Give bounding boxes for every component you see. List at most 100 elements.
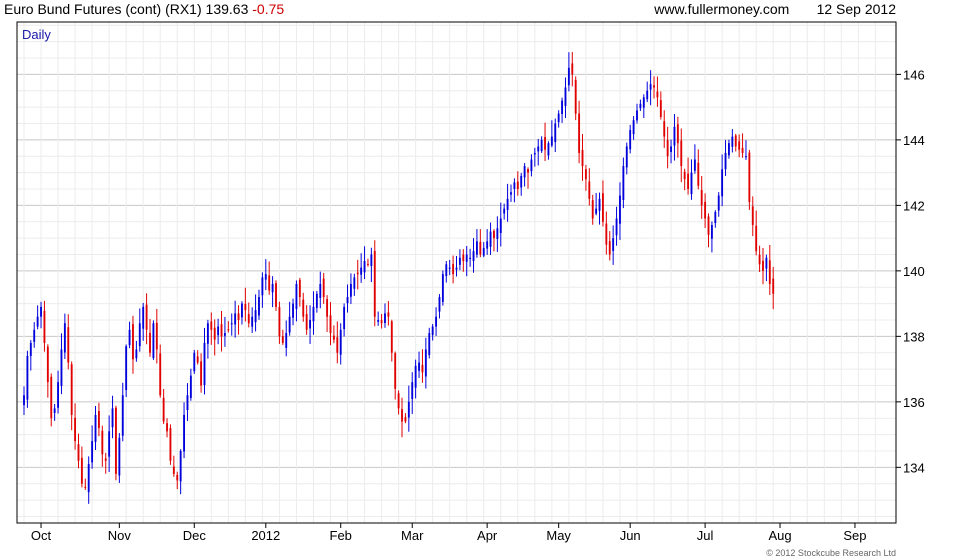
candle-body bbox=[91, 441, 94, 463]
candle-body bbox=[50, 376, 53, 419]
candle-body bbox=[595, 208, 598, 214]
candle-body bbox=[43, 310, 46, 343]
candle-body bbox=[448, 267, 451, 269]
candle-body bbox=[649, 84, 652, 90]
candle-body bbox=[567, 67, 570, 86]
candle-body bbox=[132, 324, 134, 360]
candle-body bbox=[397, 393, 400, 409]
candle-body bbox=[404, 417, 407, 422]
candle-body bbox=[329, 315, 332, 334]
candle-body bbox=[458, 257, 461, 265]
candle-body bbox=[666, 140, 669, 157]
candle-body bbox=[108, 431, 111, 457]
candle-body bbox=[295, 283, 298, 309]
candle-body bbox=[200, 361, 203, 386]
candle-body bbox=[591, 200, 594, 219]
candle-body bbox=[285, 333, 288, 348]
candle-body bbox=[36, 316, 39, 327]
candle-body bbox=[401, 409, 403, 422]
x-tick-label: Jun bbox=[620, 528, 641, 543]
candle-body bbox=[264, 274, 267, 280]
candle-body bbox=[462, 254, 465, 262]
candle-body bbox=[319, 283, 322, 298]
candle-body bbox=[60, 349, 63, 386]
x-tick-label: Nov bbox=[108, 528, 132, 543]
candle-body bbox=[544, 137, 546, 150]
candle-body bbox=[63, 323, 66, 353]
candle-body bbox=[125, 346, 128, 391]
candle-body bbox=[336, 337, 339, 353]
candle-body bbox=[210, 321, 213, 330]
candle-body bbox=[138, 323, 141, 347]
candle-body bbox=[227, 329, 230, 331]
candle-body bbox=[258, 297, 260, 316]
candle-body bbox=[159, 353, 162, 396]
candle-body bbox=[234, 313, 237, 325]
candle-body bbox=[731, 136, 734, 147]
candle-body bbox=[571, 63, 574, 75]
candle-body bbox=[632, 120, 635, 135]
candle-body bbox=[332, 335, 335, 340]
candle-body bbox=[499, 218, 502, 234]
candle-body bbox=[496, 228, 499, 239]
candle-body bbox=[414, 365, 417, 388]
candle-body bbox=[57, 382, 59, 408]
candle-body bbox=[152, 323, 155, 359]
candle-body bbox=[537, 146, 540, 152]
candle-body bbox=[554, 123, 557, 143]
candle-body bbox=[353, 277, 356, 289]
candle-body bbox=[275, 283, 277, 307]
x-tick-label: May bbox=[546, 528, 571, 543]
candle-body bbox=[690, 172, 693, 195]
candle-body bbox=[326, 299, 329, 317]
candle-body bbox=[513, 182, 516, 189]
candle-body bbox=[734, 135, 737, 147]
candle-body bbox=[84, 486, 87, 488]
candle-body bbox=[411, 382, 414, 399]
y-tick-label: 140 bbox=[903, 264, 925, 279]
candle-body bbox=[435, 316, 438, 327]
candle-body bbox=[540, 139, 543, 152]
candle-body bbox=[288, 316, 291, 333]
candle-body bbox=[605, 223, 608, 245]
candle-body bbox=[162, 397, 165, 422]
candle-body bbox=[121, 395, 124, 436]
candle-body bbox=[309, 319, 311, 329]
candle-body bbox=[751, 206, 754, 226]
candle-body bbox=[486, 241, 489, 249]
candle-body bbox=[104, 458, 107, 461]
x-tick-label: Apr bbox=[477, 528, 498, 543]
candle-body bbox=[346, 297, 349, 304]
candle-body bbox=[622, 166, 625, 200]
candle-body bbox=[598, 198, 601, 211]
candle-body bbox=[189, 375, 192, 398]
y-tick-label: 134 bbox=[903, 460, 925, 475]
candle-body bbox=[653, 85, 655, 88]
candle-body bbox=[339, 329, 342, 355]
candle-body bbox=[356, 272, 359, 275]
candle-body bbox=[261, 277, 264, 296]
candle-body bbox=[394, 353, 397, 389]
candle-body bbox=[77, 444, 80, 461]
candle-body bbox=[670, 146, 672, 152]
candle-body bbox=[101, 430, 104, 455]
candle-body bbox=[142, 306, 145, 329]
candle-body bbox=[564, 87, 567, 106]
candle-body bbox=[602, 193, 604, 222]
candle-body bbox=[762, 260, 764, 271]
candle-body bbox=[683, 171, 686, 180]
candle-body bbox=[615, 218, 618, 236]
candle-body bbox=[424, 349, 427, 377]
candle-body bbox=[503, 208, 506, 214]
candle-body bbox=[530, 159, 533, 172]
candle-body bbox=[315, 293, 318, 308]
candle-body bbox=[707, 216, 710, 235]
candle-body bbox=[482, 247, 485, 256]
candle-body bbox=[241, 303, 243, 318]
x-tick-label: Feb bbox=[330, 528, 352, 543]
candle-body bbox=[441, 274, 444, 302]
candle-body bbox=[755, 225, 758, 252]
candle-body bbox=[213, 327, 216, 340]
candle-body bbox=[608, 241, 611, 255]
candle-body bbox=[70, 364, 73, 415]
